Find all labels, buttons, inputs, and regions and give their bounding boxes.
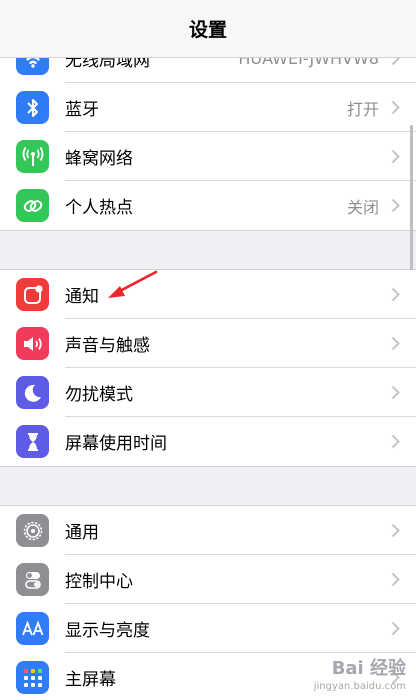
text-size-icon	[16, 612, 49, 645]
chevron-right-icon	[391, 621, 400, 636]
settings-row-do-not-disturb[interactable]: 勿扰模式	[0, 368, 416, 417]
speaker-icon	[16, 327, 49, 360]
chevron-right-icon	[391, 385, 400, 400]
settings-row-cellular[interactable]: 蜂窝网络	[0, 132, 416, 181]
settings-row-label: 声音与触感	[65, 336, 150, 356]
settings-row-value: 打开	[346, 99, 379, 119]
chevron-right-icon	[391, 572, 400, 587]
antenna-icon	[16, 140, 49, 173]
settings-group-alerts: 通知 声音与触感 勿扰模式 屏幕使用时间	[0, 270, 416, 466]
hourglass-icon	[16, 425, 49, 458]
home-grid-icon	[16, 661, 49, 694]
chevron-right-icon	[391, 198, 400, 213]
page-title: 设置	[188, 19, 227, 41]
section-gap	[0, 466, 416, 506]
settings-row-label: 通用	[65, 523, 99, 543]
settings-group-network: 无线局域网 HUAWEI-JWHVW8 蓝牙 打开 蜂窝网络 个人热点 关闭	[0, 34, 416, 230]
moon-icon	[16, 376, 49, 409]
settings-row-value: 关闭	[346, 197, 379, 217]
settings-row-general[interactable]: 通用	[0, 506, 416, 555]
red-arrow-icon	[108, 270, 158, 298]
settings-row-control-center[interactable]: 控制中心	[0, 555, 416, 604]
gear-icon	[16, 514, 49, 547]
section-gap	[0, 230, 416, 270]
watermark-logo: Bai 经验	[331, 658, 406, 679]
settings-row-screen-time[interactable]: 屏幕使用时间	[0, 417, 416, 466]
chevron-right-icon	[391, 523, 400, 538]
settings-row-hotspot[interactable]: 个人热点 关闭	[0, 181, 416, 230]
chevron-right-icon	[391, 149, 400, 164]
settings-list: 无线局域网 HUAWEI-JWHVW8 蓝牙 打开 蜂窝网络 个人热点 关闭 通…	[0, 34, 416, 700]
settings-row-label: 屏幕使用时间	[65, 434, 167, 454]
hotspot-link-icon	[16, 189, 49, 222]
settings-row-notifications[interactable]: 通知	[0, 270, 416, 319]
bluetooth-icon	[16, 91, 49, 124]
settings-row-label: 控制中心	[65, 572, 133, 592]
settings-row-label: 勿扰模式	[65, 385, 133, 405]
toggles-icon	[16, 563, 49, 596]
settings-row-display-brightness[interactable]: 显示与亮度	[0, 604, 416, 653]
chevron-right-icon	[391, 336, 400, 351]
watermark-url: jingyan.baidu.com	[313, 681, 406, 692]
chevron-right-icon	[391, 287, 400, 302]
settings-row-label: 显示与亮度	[65, 621, 150, 641]
settings-row-bluetooth[interactable]: 蓝牙 打开	[0, 83, 416, 132]
settings-row-label: 蓝牙	[65, 100, 99, 120]
notification-icon	[16, 278, 49, 311]
scroll-indicator[interactable]	[410, 125, 413, 270]
navigation-bar: 设置	[0, 0, 416, 58]
watermark: Bai 经验 jingyan.baidu.com	[314, 660, 406, 696]
settings-row-sounds[interactable]: 声音与触感	[0, 319, 416, 368]
chevron-right-icon	[391, 434, 400, 449]
chevron-right-icon	[391, 100, 400, 115]
settings-row-label: 蜂窝网络	[65, 149, 133, 169]
settings-row-label: 个人热点	[65, 198, 133, 218]
